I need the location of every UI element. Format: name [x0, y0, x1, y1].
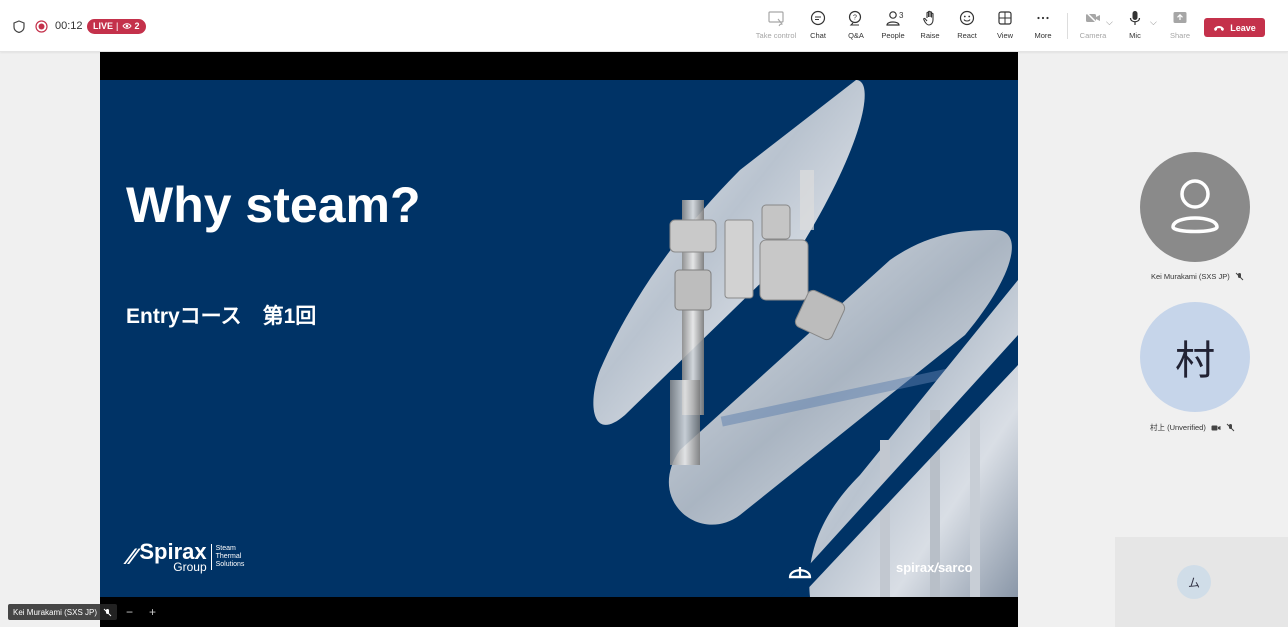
live-badge[interactable]: LIVE | 2 [87, 0, 146, 52]
sarco-emblem-icon [788, 567, 812, 579]
mic-button[interactable]: Mic [1115, 9, 1155, 45]
raise-label: Raise [920, 31, 940, 40]
spirax-group-logo: ⁄⁄ Spirax Group Steam Thermal Solutions [128, 539, 245, 574]
camera-options-chevron-icon[interactable]: ⌵ [1106, 17, 1113, 28]
logo-tag-thermal: Thermal [215, 553, 242, 561]
avatar-initial: 村 [1175, 339, 1215, 383]
view-label: View [996, 31, 1014, 40]
raise-hand-button[interactable]: Raise [910, 9, 950, 45]
meeting-toolbar: 00:12 LIVE | 2 Take control Chat ? Q&A 3… [0, 0, 1288, 52]
react-label: React [957, 31, 977, 40]
share-label: Share [1169, 31, 1190, 40]
take-control-button[interactable]: Take control [756, 9, 796, 45]
mic-label: Mic [1129, 31, 1141, 40]
participant-name-tag: 村上 (Unverified) [1150, 422, 1235, 433]
share-button[interactable]: Share [1160, 9, 1200, 45]
smile-icon [959, 10, 975, 26]
logo-tag-steam: Steam [215, 545, 236, 553]
live-label: LIVE [93, 20, 114, 31]
self-avatar: ム [1177, 565, 1211, 599]
qa-icon: ? [848, 10, 862, 26]
more-label: More [1034, 31, 1052, 40]
more-icon [1037, 16, 1049, 20]
people-label: People [881, 31, 905, 40]
participant-avatar[interactable]: 村 [1140, 302, 1250, 412]
leave-label: Leave [1230, 22, 1256, 33]
participant-name-tag: Kei Murakami (SXS JP) [1151, 272, 1244, 281]
zoom-out-icon[interactable]: − [126, 605, 133, 619]
chat-icon [810, 10, 826, 26]
meeting-timer: 00:12 [55, 20, 83, 32]
steam-equipment-photo [593, 80, 1018, 597]
logo-spirax-word: spirax [896, 560, 935, 575]
chat-button[interactable]: Chat [798, 9, 838, 45]
spirax-sarco-logo: spirax/sarco [896, 560, 973, 575]
view-button[interactable]: View [985, 9, 1025, 45]
slide-subtitle: Entryコース 第1回 [126, 305, 317, 328]
toolbar-divider [1067, 13, 1068, 39]
presenter-name: Kei Murakami (SXS JP) [13, 607, 98, 617]
more-button[interactable]: More [1023, 9, 1063, 45]
qa-button[interactable]: ? Q&A [836, 9, 876, 45]
camera-off-icon [1211, 425, 1221, 430]
mic-options-chevron-icon[interactable]: ⌵ [1150, 17, 1157, 28]
zoom-in-icon[interactable]: + [149, 605, 156, 619]
take-control-icon [768, 11, 784, 27]
stage-bottom-letterbox [100, 597, 1018, 627]
viewer-count: 2 [134, 20, 140, 31]
self-initial: ム [1187, 575, 1200, 590]
participant-name: 村上 (Unverified) [1150, 423, 1206, 432]
share-icon [1173, 12, 1187, 23]
camera-label: Camera [1079, 31, 1107, 40]
camera-off-icon [1085, 11, 1100, 26]
hand-icon [923, 10, 934, 26]
people-count: 3 [899, 11, 904, 20]
presenter-name-tag: Kei Murakami (SXS JP) [8, 604, 118, 620]
recording-icon [35, 0, 48, 52]
logo-group-text: Group [173, 559, 207, 574]
take-control-label: Take control [755, 31, 797, 40]
logo-sarco-word: sarco [937, 560, 973, 575]
logo-tag-solutions: Solutions [215, 561, 245, 569]
grid-icon [998, 11, 1012, 25]
react-button[interactable]: React [947, 9, 987, 45]
eye-icon [121, 23, 132, 29]
qa-label: Q&A [848, 31, 864, 40]
presentation-slide: Why steam? Entryコース 第1回 ⁄⁄ Spirax Group … [100, 80, 1018, 597]
meeting-window: 00:12 LIVE | 2 Take control Chat ? Q&A 3… [0, 0, 1288, 627]
participant-avatar[interactable] [1140, 152, 1250, 262]
chat-label: Chat [810, 31, 826, 40]
mic-off-icon [1235, 272, 1244, 281]
slide-title: Why steam? [126, 177, 421, 233]
mic-icon [1129, 11, 1141, 25]
shared-screen: Why steam? Entryコース 第1回 ⁄⁄ Spirax Group … [100, 52, 1018, 627]
mic-off-icon [103, 608, 112, 616]
phone-hangup-icon [1214, 25, 1225, 31]
zoom-controls: − + [126, 605, 156, 619]
people-button[interactable]: 3 People [873, 9, 913, 45]
leave-button[interactable]: Leave [1204, 18, 1265, 37]
shield-icon[interactable] [13, 0, 25, 52]
svg-text:?: ? [853, 15, 857, 22]
person-icon [1171, 179, 1219, 234]
mic-off-icon [1226, 423, 1235, 432]
logo-spirax-text: Spirax [139, 539, 207, 564]
participant-name: Kei Murakami (SXS JP) [1151, 272, 1230, 281]
